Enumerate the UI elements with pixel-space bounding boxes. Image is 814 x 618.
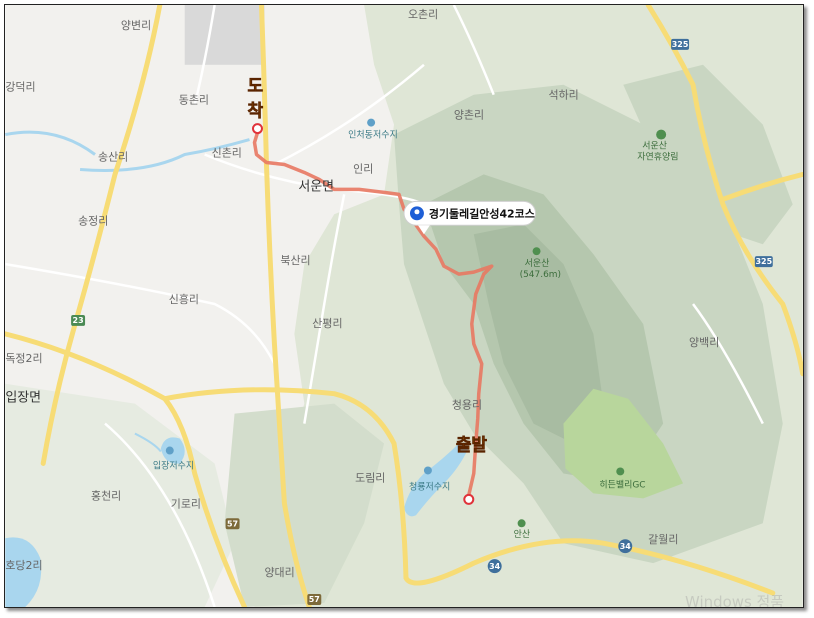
place-gangdeokri: 강덕리 [5,81,35,94]
place-yangbyeonri: 양변리 [121,19,151,32]
start-marker[interactable] [463,493,475,505]
place-sinheungri: 신흥리 [169,292,199,306]
place-hongcheonri: 홍천리 [91,488,121,502]
place-ipjang-myeon: 입장면 [5,391,41,406]
mountain-elevation: (547.6m) [520,270,561,280]
road-shield-325a-label: 325 [672,40,689,49]
place-dongchonri: 동촌리 [179,94,209,107]
urban-area [184,5,265,65]
road-shield-34a-label: 34 [489,562,501,571]
reservoir-icon [367,118,376,127]
reservoir-icon-3 [423,466,432,475]
road-shield-23-label: 23 [73,316,84,325]
poi-recreation-forest-1: 서운산 [642,141,667,152]
place-galwolri: 갈월리 [648,532,678,546]
poi-reservoir-incheodong: 인처동저수지 [348,129,398,141]
place-inri: 인리 [353,162,373,175]
poi-reservoir-cheongyong: 청룡저수지 [409,481,450,492]
place-seoun-myeon: 서운면 [298,179,334,194]
os-watermark: Windows 정품 [685,593,784,608]
road-shield-57a-label: 57 [227,519,238,528]
place-yangbaekri: 양백리 [689,336,719,349]
poi-reservoir-ipjang: 입장저수지 [153,459,194,471]
route-callout-title: 경기둘레길안성42코스 [429,206,535,220]
map-frame: 325 325 23 57 57 34 34 출발 도 착 인처동저수지 서운산… [0,0,814,618]
poi-hidden-valley-gc: 히든밸리GC [599,479,645,490]
end-label-char2: 착 [248,101,264,121]
end-marker[interactable] [252,123,263,135]
place-dokjeong2ri: 독정2리 [5,352,42,365]
poi-recreation-forest-2: 자연휴양림 [637,150,678,162]
forest-icon [656,129,667,140]
mountain-icon [532,247,541,256]
place-buksanri: 북산리 [280,254,310,267]
place-yangdaeri: 양대리 [264,566,294,579]
place-hodang2ri: 호당2리 [5,559,42,572]
place-girori: 기로리 [171,497,201,510]
place-yangchonri: 양촌리 [454,109,484,122]
place-songjeongri: 송정리 [78,214,108,227]
place-ochonri: 오촌리 [408,8,438,21]
mountain-name: 서운산 [525,258,550,269]
road-shield-34b-label: 34 [620,542,632,551]
place-cheongyongri: 청용리 [452,399,482,412]
place-sanpyeongri: 산평리 [312,317,342,330]
place-songsanri: 송산리 [98,150,128,163]
road-shield-57b-label: 57 [309,595,320,604]
road-shield-325b-label: 325 [755,257,772,266]
golf-icon [616,467,625,476]
poi-ansan: 안산 [514,529,531,540]
end-label-char1: 도 [248,76,264,96]
place-sinchonri: 신촌리 [212,146,242,159]
mountain-icon-2 [517,519,526,528]
map[interactable]: 325 325 23 57 57 34 34 출발 도 착 인처동저수지 서운산… [4,4,804,608]
start-label: 출발 [456,435,488,455]
place-dorimri: 도림리 [355,471,385,484]
reservoir-icon-2 [165,446,174,455]
place-seokhari: 석하리 [549,88,579,102]
